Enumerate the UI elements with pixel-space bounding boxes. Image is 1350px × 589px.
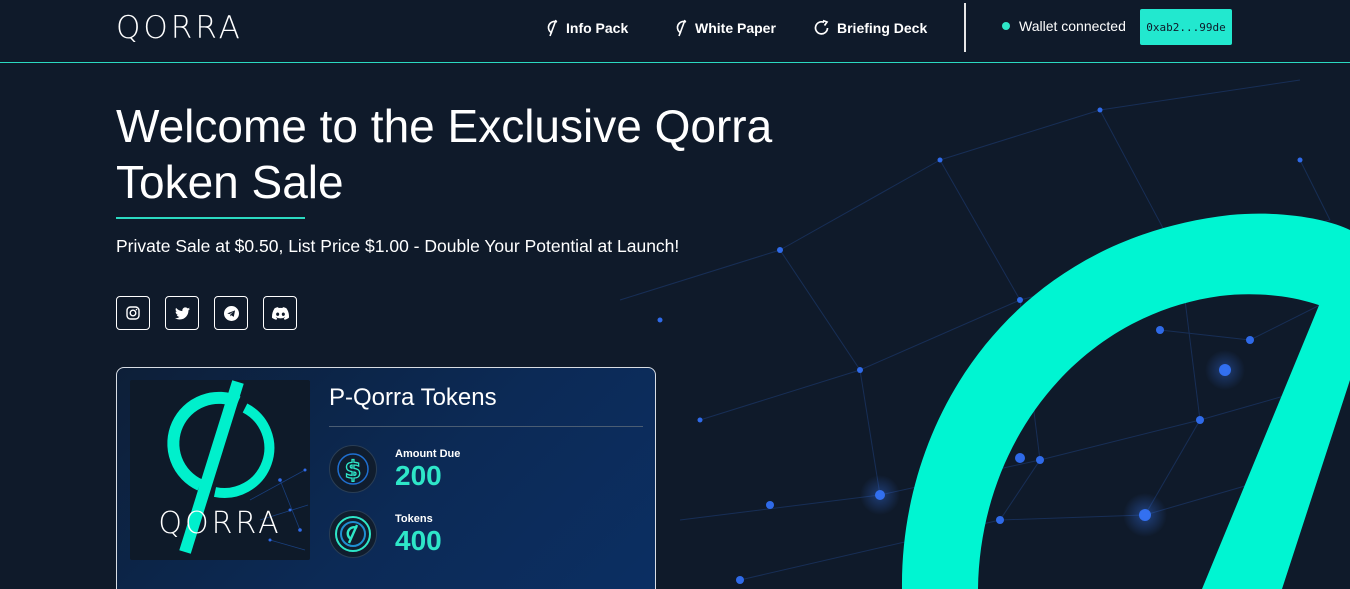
card-image-logo-text: QORRA <box>158 506 281 541</box>
token-card: QORRA P-Qorra Tokens $ Amount Due 200 To… <box>116 367 656 589</box>
wallet-status-text: Wallet connected <box>1019 18 1126 34</box>
token-logo-image: QORRA <box>130 380 310 560</box>
wallet-address-button[interactable]: 0xab2...99de <box>1140 9 1232 45</box>
title-underline <box>116 217 305 219</box>
page-title-line2: Token Sale <box>116 156 344 208</box>
nav-white-paper[interactable]: White Paper <box>675 18 776 38</box>
twitter-button[interactable] <box>165 296 199 330</box>
twitter-icon <box>174 306 190 319</box>
discord-button[interactable] <box>263 296 297 330</box>
nav-info-pack[interactable]: Info Pack <box>546 18 628 38</box>
wallet-status: Wallet connected <box>1002 18 1126 34</box>
tokens-value: 400 <box>395 524 442 556</box>
hero-subtitle: Private Sale at $0.50, List Price $1.00 … <box>116 236 680 256</box>
page-title-line1: Welcome to the Exclusive Qorra <box>116 100 773 152</box>
nav-white-paper-label: White Paper <box>695 20 776 36</box>
nav-briefing-deck-label: Briefing Deck <box>837 20 928 36</box>
qorra-mark-icon <box>676 19 687 37</box>
qorra-coin-icon <box>329 510 377 558</box>
card-title: P-Qorra Tokens <box>329 384 497 411</box>
tokens-stat: Tokens 400 <box>329 510 442 558</box>
status-dot-icon <box>1002 22 1010 30</box>
telegram-button[interactable] <box>214 296 248 330</box>
nav-divider <box>964 3 966 52</box>
refresh-icon <box>814 19 829 35</box>
page-title: Welcome to the Exclusive Qorra Token Sal… <box>116 98 816 210</box>
amount-due-label: Amount Due <box>395 447 461 460</box>
nav-info-pack-label: Info Pack <box>566 20 629 36</box>
social-links <box>116 296 312 330</box>
tokens-label: Tokens <box>395 512 433 525</box>
qorra-logo[interactable]: QORRA <box>116 10 243 46</box>
instagram-button[interactable] <box>116 296 150 330</box>
svg-text:$: $ <box>345 456 362 484</box>
amount-due-value: 200 <box>395 459 442 491</box>
qorra-logo-art: QORRA <box>158 380 309 554</box>
top-navbar: QORRA Info Pack White Paper Briefing Dec… <box>0 0 1350 63</box>
amount-due-stat: $ Amount Due 200 <box>329 445 460 493</box>
discord-icon <box>271 306 289 320</box>
card-divider <box>329 426 643 427</box>
logo-text: QORRA <box>116 10 243 46</box>
dollar-coin-icon: $ <box>329 445 377 493</box>
qorra-mark-icon <box>547 19 558 37</box>
telegram-icon <box>223 305 239 321</box>
nav-briefing-deck[interactable]: Briefing Deck <box>813 18 927 38</box>
instagram-icon <box>126 306 140 320</box>
